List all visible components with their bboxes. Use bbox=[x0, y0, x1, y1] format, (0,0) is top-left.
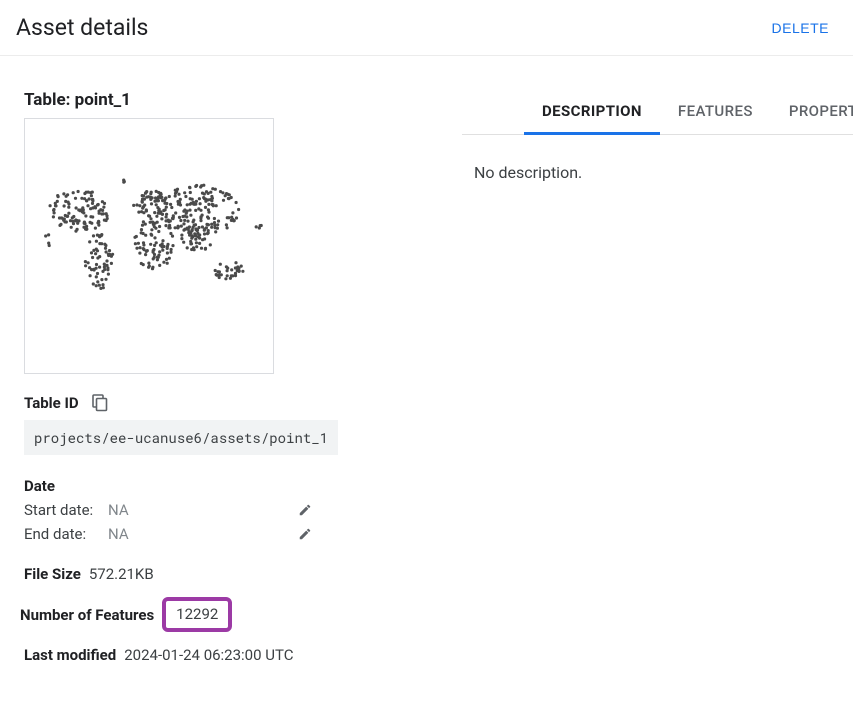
file-size-label: File Size bbox=[24, 565, 81, 583]
tab-description[interactable]: DESCRIPTION bbox=[524, 90, 660, 135]
table-id-value: projects/ee-ucanuse6/assets/point_1 bbox=[24, 420, 338, 455]
table-id-row: Table ID bbox=[24, 392, 374, 414]
tab-features[interactable]: FEATURES bbox=[660, 90, 771, 135]
dialog-header: Asset details DELETE bbox=[0, 0, 853, 56]
tabs-bar: DESCRIPTION FEATURES PROPERTIES bbox=[462, 90, 853, 135]
end-date-value: NA bbox=[108, 525, 129, 543]
dialog-title: Asset details bbox=[16, 14, 148, 41]
last-modified-value: 2024-01-24 06:23:00 UTC bbox=[124, 646, 293, 664]
file-size-value: 572.21KB bbox=[89, 565, 154, 583]
table-id-label: Table ID bbox=[24, 394, 79, 412]
start-date-value: NA bbox=[108, 501, 129, 519]
copy-icon[interactable] bbox=[89, 392, 111, 414]
description-body: No description. bbox=[462, 163, 853, 182]
dialog-content: Table: point_1 Table ID projects/ee-ucan… bbox=[0, 56, 853, 678]
asset-thumbnail bbox=[24, 118, 274, 374]
last-modified-label: Last modified bbox=[24, 646, 116, 664]
num-features-row: Number of Features 12292 bbox=[20, 597, 374, 632]
delete-button[interactable]: DELETE bbox=[772, 20, 829, 36]
num-features-value: 12292 bbox=[176, 605, 218, 623]
file-size-row: File Size 572.21KB bbox=[24, 565, 374, 583]
end-date-label: End date: bbox=[24, 525, 104, 543]
world-points-icon bbox=[29, 166, 269, 326]
date-section-label: Date bbox=[24, 477, 374, 495]
edit-start-date-icon[interactable] bbox=[296, 501, 314, 519]
start-date-label: Start date: bbox=[24, 501, 104, 519]
date-grid: Start date: NA End date: NA bbox=[24, 501, 314, 543]
num-features-label: Number of Features bbox=[20, 606, 154, 624]
asset-detail-pane: DESCRIPTION FEATURES PROPERTIES No descr… bbox=[462, 90, 853, 678]
last-modified-row: Last modified 2024-01-24 06:23:00 UTC bbox=[24, 646, 374, 664]
asset-table-title: Table: point_1 bbox=[24, 90, 374, 110]
edit-end-date-icon[interactable] bbox=[296, 525, 314, 543]
num-features-highlight: 12292 bbox=[162, 597, 232, 632]
asset-summary: Table: point_1 Table ID projects/ee-ucan… bbox=[24, 90, 374, 678]
tab-properties[interactable]: PROPERTIES bbox=[771, 90, 853, 135]
